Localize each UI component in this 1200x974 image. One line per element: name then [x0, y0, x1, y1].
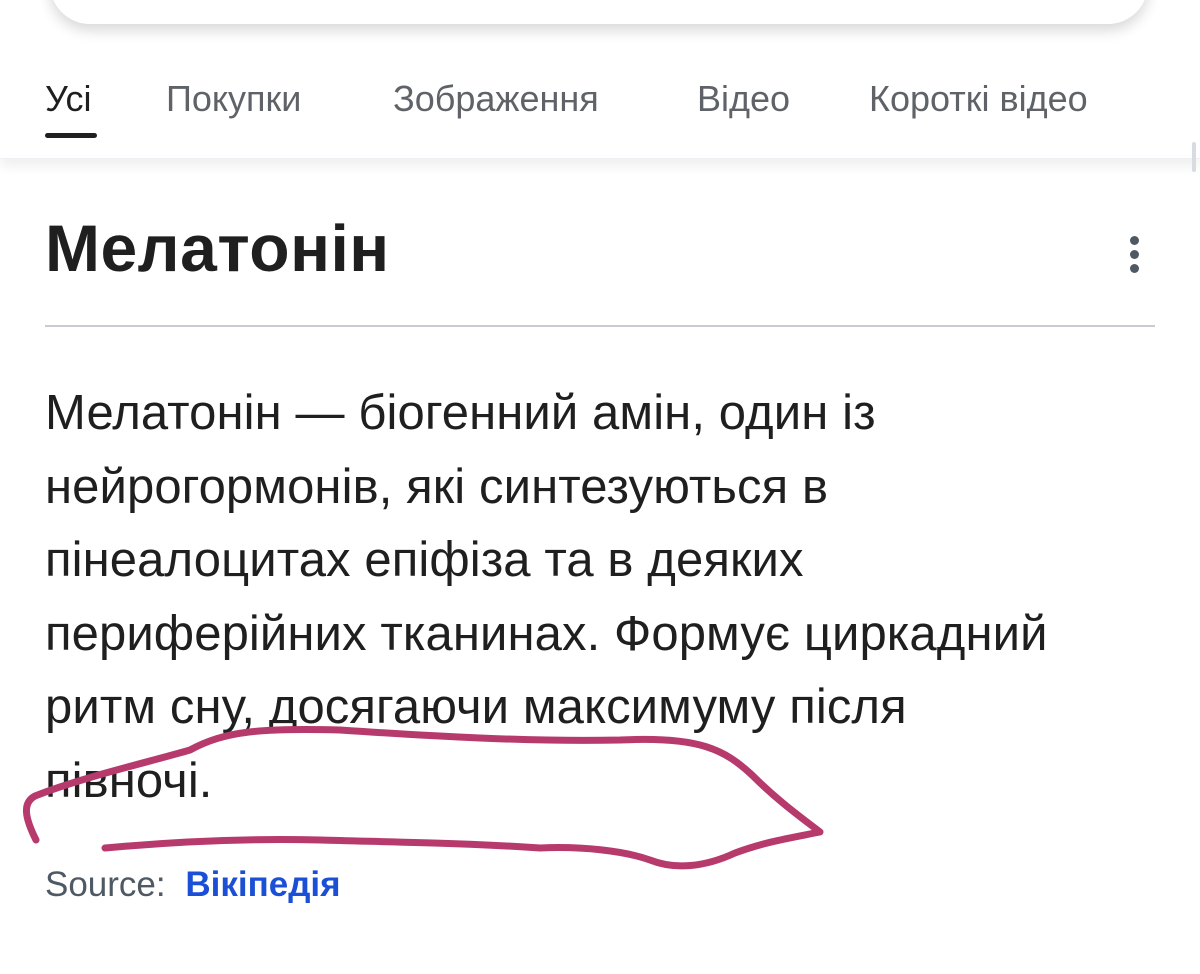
knowledge-panel-description: Мелатонін — біогенний амін, один із нейр…	[45, 386, 1048, 808]
search-box-edge[interactable]	[50, 0, 1148, 24]
more-dot-icon	[1130, 250, 1139, 259]
tab-short-videos[interactable]: Короткі відео	[869, 78, 1088, 120]
panel-divider	[45, 325, 1155, 327]
wikipedia-source-link[interactable]: Вікіпедія	[185, 865, 340, 904]
active-tab-indicator	[45, 133, 97, 138]
source-label: Source:	[45, 865, 166, 904]
tab-all[interactable]: Усі	[45, 78, 91, 120]
knowledge-panel-title: Мелатонін	[45, 211, 390, 285]
tabs-overflow-edge	[1192, 142, 1196, 172]
tab-shopping[interactable]: Покупки	[166, 78, 301, 120]
tab-videos[interactable]: Відео	[697, 78, 790, 120]
more-vertical-icon[interactable]	[1118, 232, 1152, 278]
tab-images[interactable]: Зображення	[393, 78, 599, 120]
search-results-page: Усі Покупки Зображення Відео Короткі від…	[0, 0, 1200, 974]
search-tabs: Усі Покупки Зображення Відео Короткі від…	[0, 60, 1200, 172]
more-dot-icon	[1130, 236, 1139, 245]
more-dot-icon	[1130, 264, 1139, 273]
source-line: Source: Вікіпедія	[45, 864, 341, 906]
